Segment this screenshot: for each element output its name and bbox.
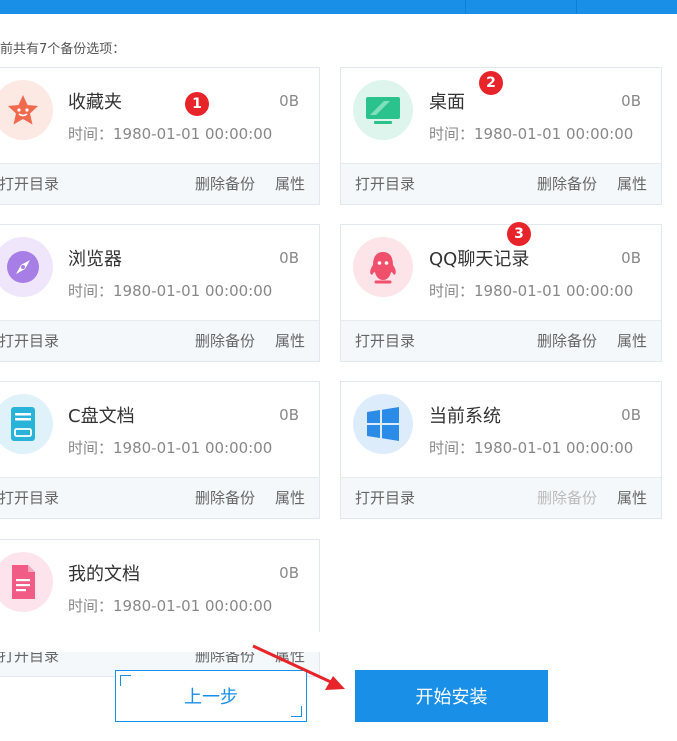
delete-backup-link[interactable]: 删除备份 [195, 173, 255, 194]
card-size: 0B [621, 249, 641, 267]
properties-link[interactable]: 属性 [617, 487, 647, 508]
card-size: 0B [279, 564, 299, 582]
backup-card-favorites: 收藏夹 0B 时间：1980-01-01 00:00:00 打开目录 删除备份 … [0, 67, 320, 205]
annotation-badge-3: 3 [507, 222, 531, 246]
card-time: 时间：1980-01-01 00:00:00 [68, 125, 273, 143]
card-title: 当前系统 [429, 406, 501, 427]
delete-backup-link[interactable]: 删除备份 [537, 173, 597, 194]
annotation-badge-2: 2 [479, 71, 503, 95]
card-footer: 打开目录 删除备份 属性 [341, 477, 661, 518]
card-title: 我的文档 [68, 564, 140, 585]
card-size: 0B [621, 406, 641, 424]
card-footer: 打开目录 删除备份 属性 [0, 163, 319, 204]
properties-link[interactable]: 属性 [275, 487, 305, 508]
delete-backup-link[interactable]: 删除备份 [195, 330, 255, 351]
card-size: 0B [279, 406, 299, 424]
document-icon [0, 552, 53, 612]
properties-link[interactable]: 属性 [275, 330, 305, 351]
backup-count-summary: 前共有7个备份选项： [0, 42, 126, 57]
card-time: 时间：1980-01-01 00:00:00 [68, 439, 273, 457]
penguin-icon [353, 237, 413, 297]
card-title: 收藏夹 [68, 92, 122, 113]
annotation-badge-1: 1 [185, 92, 209, 116]
compass-icon [0, 237, 53, 297]
card-time: 时间：1980-01-01 00:00:00 [429, 125, 634, 143]
card-time: 时间：1980-01-01 00:00:00 [429, 439, 634, 457]
annotation-arrow-icon [252, 644, 345, 690]
open-directory-link[interactable]: 打开目录 [0, 487, 59, 508]
card-size: 0B [621, 92, 641, 110]
monitor-icon [353, 80, 413, 140]
delete-backup-link: 删除备份 [536, 489, 597, 507]
card-title: 桌面 [429, 92, 465, 113]
card-footer: 打开目录 删除备份 属性 [341, 320, 661, 361]
card-size: 0B [279, 92, 299, 110]
open-directory-link[interactable]: 打开目录 [355, 330, 415, 351]
delete-backup-link[interactable]: 删除备份 [195, 487, 255, 508]
open-directory-link[interactable]: 打开目录 [0, 330, 59, 351]
open-directory-link[interactable]: 打开目录 [355, 487, 415, 508]
properties-link[interactable]: 属性 [617, 330, 647, 351]
backup-card-current-system: 当前系统 0B 时间：1980-01-01 00:00:00 打开目录 删除备份… [340, 381, 662, 519]
windows-icon [353, 394, 413, 454]
delete-backup-link[interactable]: 删除备份 [537, 330, 597, 351]
properties-link[interactable]: 属性 [275, 173, 305, 194]
star-icon [0, 80, 53, 140]
backup-card-c-drive-docs: C盘文档 0B 时间：1980-01-01 00:00:00 打开目录 删除备份… [0, 381, 320, 519]
card-title: QQ聊天记录 [429, 249, 530, 270]
backup-card-qq-chat: QQ聊天记录 0B 时间：1980-01-01 00:00:00 打开目录 删除… [340, 224, 662, 362]
start-install-label: 开始安装 [415, 687, 488, 708]
card-time: 时间：1980-01-01 00:00:00 [68, 597, 273, 615]
card-footer: 打开目录 删除备份 属性 [341, 163, 661, 204]
backup-card-browser: 浏览器 0B 时间：1980-01-01 00:00:00 打开目录 删除备份 … [0, 224, 320, 362]
card-title: C盘文档 [68, 406, 135, 427]
start-install-button[interactable]: 开始安装 [355, 670, 548, 722]
card-time: 时间：1980-01-01 00:00:00 [68, 282, 273, 300]
previous-step-label: 上一步 [184, 687, 238, 708]
properties-link[interactable]: 属性 [617, 173, 647, 194]
open-directory-link[interactable]: 打开目录 [355, 173, 415, 194]
drive-icon [0, 394, 53, 454]
card-size: 0B [279, 249, 299, 267]
card-time: 时间：1980-01-01 00:00:00 [429, 282, 634, 300]
card-title: 浏览器 [68, 249, 122, 270]
open-directory-link[interactable]: 打开目录 [0, 173, 59, 194]
card-footer: 打开目录 删除备份 属性 [0, 320, 319, 361]
card-footer: 打开目录 删除备份 属性 [0, 477, 319, 518]
title-bar [0, 0, 677, 14]
